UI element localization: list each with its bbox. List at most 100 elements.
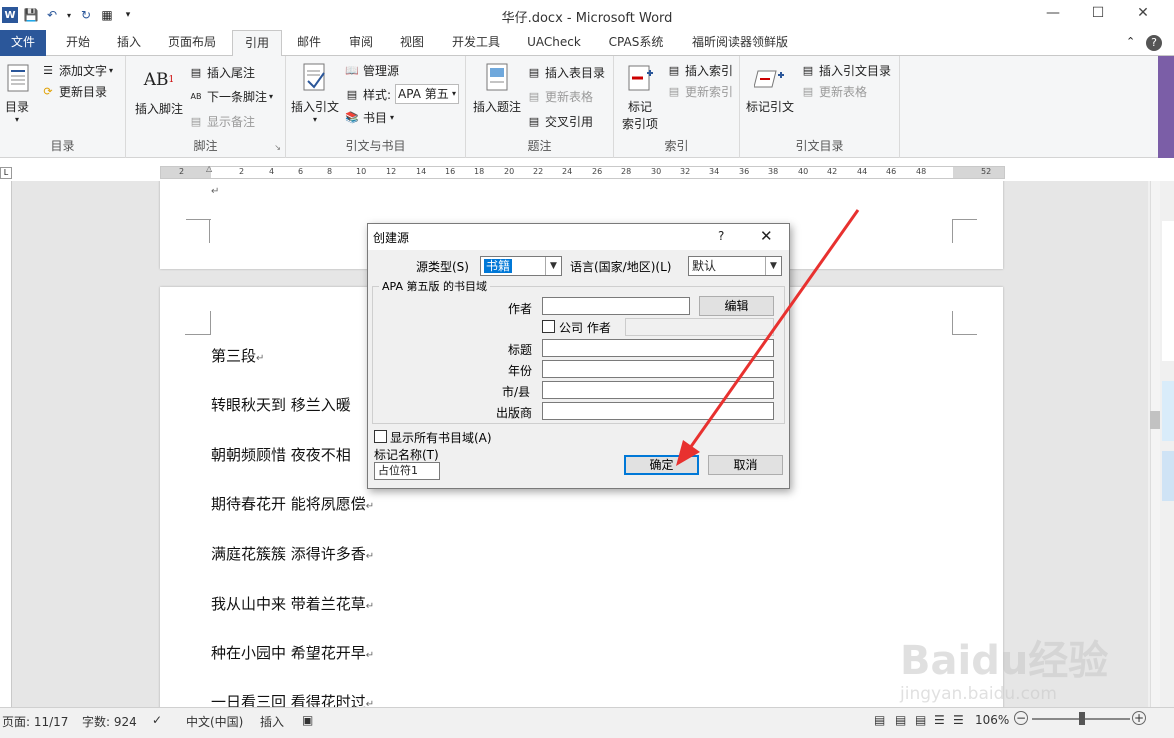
print-layout-icon[interactable]: ▤: [874, 713, 885, 727]
update-index-button[interactable]: ▤ 更新索引: [666, 83, 733, 100]
mark-entry-button[interactable]: 标记 索引项: [616, 62, 664, 132]
collapse-ribbon-icon[interactable]: ⌃: [1126, 35, 1135, 48]
corporate-author-input[interactable]: [625, 318, 774, 336]
tab-view[interactable]: 视图: [393, 30, 431, 56]
minimize-icon[interactable]: —: [1041, 5, 1065, 25]
zoom-level[interactable]: 106%: [975, 713, 1009, 727]
macro-record-icon[interactable]: ▣: [302, 713, 313, 727]
tag-name-input[interactable]: 占位符1: [374, 462, 440, 480]
author-label: 作者: [508, 302, 533, 316]
show-all-fields-checkbox[interactable]: [374, 430, 387, 443]
footnote-dialog-launcher-icon[interactable]: ↘: [274, 143, 281, 152]
paragraph-8[interactable]: 一日看三回 看得花时过↵: [211, 691, 374, 707]
insert-footnote-button[interactable]: AB 1 插入脚注: [130, 64, 188, 117]
update-toc-label: 更新目录: [59, 85, 108, 99]
proofing-icon[interactable]: ✓: [152, 713, 162, 727]
title-bar: W 💾 ↶ ▾ ↻ ▦ ▾ 华仔.docx - Microsoft Word —…: [0, 0, 1174, 30]
zoom-in-icon[interactable]: +: [1132, 711, 1146, 725]
tab-developer[interactable]: 开发工具: [445, 30, 507, 56]
publisher-input[interactable]: [542, 402, 774, 420]
paragraph-4[interactable]: 期待春花开 能将夙愿偿↵: [211, 493, 374, 514]
cross-reference-button[interactable]: ▤ 交叉引用: [526, 113, 593, 130]
ruler-number: 32: [680, 167, 691, 176]
paragraph-1[interactable]: 第三段↵: [211, 345, 264, 366]
title-input[interactable]: [542, 339, 774, 357]
update-toa-button[interactable]: ▤ 更新表格: [800, 83, 867, 100]
manage-sources-button[interactable]: 📖 管理源: [344, 62, 399, 79]
help-icon[interactable]: ?: [1146, 35, 1162, 51]
cross-reference-icon: ▤: [528, 115, 540, 128]
year-label: 年份: [508, 364, 533, 378]
draft-icon[interactable]: ☰: [953, 713, 964, 727]
web-layout-icon[interactable]: ▤: [915, 713, 926, 727]
style-selector[interactable]: ▤ 样式: APA 第五 ▾: [344, 84, 460, 104]
show-notes-button[interactable]: ▤ 显示备注: [188, 113, 255, 130]
insert-tof-label: 插入表目录: [545, 66, 606, 80]
corporate-author-checkbox[interactable]: [542, 320, 555, 333]
outline-icon[interactable]: ☰: [934, 713, 945, 727]
tab-review[interactable]: 审阅: [342, 30, 380, 56]
city-input[interactable]: [542, 381, 774, 399]
page-count[interactable]: 页面: 11/17: [2, 713, 68, 730]
tab-mailings[interactable]: 邮件: [290, 30, 328, 56]
tab-selector-icon[interactable]: L: [0, 167, 12, 179]
tab-page-layout[interactable]: 页面布局: [162, 30, 222, 56]
tab-foxit[interactable]: 福昕阅读器领鲜版: [684, 30, 796, 56]
update-tof-icon: ▤: [528, 90, 540, 103]
cancel-button[interactable]: 取消: [708, 455, 783, 475]
full-screen-reading-icon[interactable]: ▤: [895, 713, 906, 727]
paragraph-3[interactable]: 朝朝频顾惜 夜夜不相: [211, 444, 351, 465]
scrollbar-track[interactable]: [1150, 181, 1160, 707]
indent-marker-icon[interactable]: △: [206, 164, 212, 173]
bibliography-button[interactable]: 📚 书目 ▾: [344, 109, 394, 126]
dialog-help-icon[interactable]: ?: [718, 229, 724, 243]
toc-label: 目录: [4, 100, 29, 114]
insert-endnote-button[interactable]: ▤ 插入尾注: [188, 64, 255, 81]
update-tof-button[interactable]: ▤ 更新表格: [526, 88, 593, 105]
paragraph-2[interactable]: 转眼秋天到 移兰入暖: [211, 394, 351, 415]
language-select[interactable]: 默认 ▼: [688, 256, 782, 276]
scrollbar-thumb[interactable]: [1150, 411, 1160, 429]
close-icon[interactable]: ✕: [1131, 5, 1155, 25]
horizontal-ruler[interactable]: 2 2 4 6 8 10 12 14 16 18 20 22 24 26 28 30 32 34 36 38 40 42 4…: [160, 164, 1005, 179]
toc-button[interactable]: 目录 ▾: [2, 62, 32, 124]
insert-tof-button[interactable]: ▤ 插入表目录: [526, 64, 605, 81]
zoom-slider-thumb[interactable]: [1079, 712, 1085, 725]
source-type-select[interactable]: 书籍 ▼: [480, 256, 562, 276]
tab-references[interactable]: 引用: [232, 30, 282, 57]
tab-insert[interactable]: 插入: [110, 30, 148, 56]
tab-file[interactable]: 文件: [0, 30, 46, 56]
tab-home[interactable]: 开始: [58, 30, 98, 56]
next-footnote-button[interactable]: AB 下一条脚注 ▾: [188, 88, 274, 105]
year-input[interactable]: [542, 360, 774, 378]
toc-icon: [2, 62, 34, 94]
language-indicator[interactable]: 中文(中国): [186, 713, 243, 730]
dialog-title: 创建源: [373, 231, 410, 245]
margin-corner-left: [186, 219, 210, 243]
add-text-button[interactable]: ☰ 添加文字 ▾: [40, 62, 113, 79]
insert-mode[interactable]: 插入: [260, 713, 284, 730]
insert-toa-button[interactable]: ▤ 插入引文目录: [800, 62, 891, 79]
tab-cpas[interactable]: CPAS系统: [602, 30, 670, 56]
vertical-ruler[interactable]: [0, 181, 12, 707]
paragraph-mark: ↵: [365, 650, 375, 661]
maximize-icon[interactable]: ☐: [1086, 5, 1110, 25]
paragraph-5[interactable]: 满庭花簇簇 添得许多香↵: [211, 543, 374, 564]
word-count[interactable]: 字数: 924: [82, 713, 137, 730]
zoom-out-icon[interactable]: −: [1014, 711, 1028, 725]
edit-author-button[interactable]: 编辑: [699, 296, 774, 316]
paragraph-7[interactable]: 种在小园中 希望花开早↵: [211, 642, 374, 663]
ok-button[interactable]: 确定: [624, 455, 699, 475]
insert-caption-button[interactable]: 插入题注: [470, 62, 524, 115]
author-input[interactable]: [542, 297, 690, 315]
insert-citation-button[interactable]: 插入引文 ▾: [288, 62, 342, 124]
tab-uacheck[interactable]: UACheck: [522, 30, 586, 56]
insert-endnote-label: 插入尾注: [207, 66, 256, 80]
update-toc-button[interactable]: ⟳ 更新目录: [40, 83, 107, 100]
dialog-close-icon[interactable]: ✕: [760, 227, 773, 245]
style-dropdown[interactable]: APA 第五 ▾: [395, 84, 460, 104]
insert-index-button[interactable]: ▤ 插入索引: [666, 62, 733, 79]
vertical-scrollbar[interactable]: [1148, 181, 1174, 707]
mark-citation-button[interactable]: 标记引文: [744, 62, 796, 115]
paragraph-6[interactable]: 我从山中来 带着兰花草↵: [211, 593, 374, 614]
